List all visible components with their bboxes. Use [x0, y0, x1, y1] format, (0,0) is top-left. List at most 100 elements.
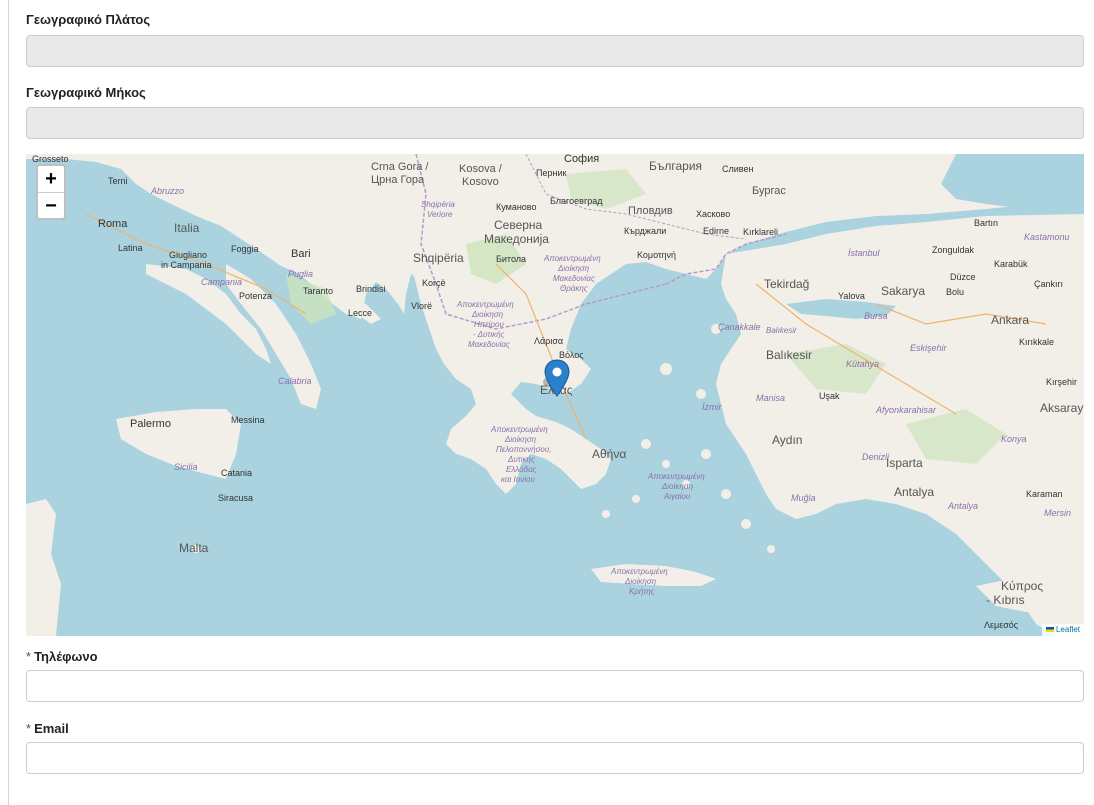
- label-duzce: Düzce: [950, 272, 976, 282]
- label-mersin: Mersin: [1044, 508, 1071, 518]
- label-ahd-4: - Δυτικής: [473, 330, 505, 339]
- label-kosovo: Kosovo: [462, 176, 499, 188]
- label-apd-6: και Ιονίου: [501, 475, 535, 484]
- label-kibris: - Kıbrıs: [986, 593, 1025, 607]
- label-ahd-2: Διοίκηση: [471, 310, 504, 319]
- label-sliven: Сливен: [722, 164, 753, 174]
- label-sicilia: Sicilia: [174, 462, 198, 472]
- label-volos: Βόλος: [559, 350, 584, 360]
- label-makedonija: Македонија: [484, 232, 549, 246]
- label-usak: Uşak: [819, 391, 840, 401]
- label-palermo: Palermo: [130, 418, 171, 430]
- label-amth-4: Θράκης: [560, 284, 588, 293]
- label-aai-3: Αιγαίου: [663, 492, 691, 501]
- label-apd-4: Δυτικής: [507, 455, 535, 464]
- label-pernik: Перник: [536, 168, 566, 178]
- label-kirsehir: Kırşehir: [1046, 377, 1077, 387]
- label-ahd-5: Μακεδονίας: [468, 340, 510, 349]
- email-field[interactable]: [26, 742, 1084, 774]
- label-aai-2: Διοίκηση: [661, 482, 694, 491]
- label-taranto: Taranto: [303, 286, 333, 296]
- label-athina: Αθήνα: [592, 447, 626, 461]
- map-tiles[interactable]: Grosseto Terni Abruzzo Roma Italia Latin…: [26, 154, 1084, 636]
- map-attribution[interactable]: Leaflet: [1041, 624, 1084, 636]
- label-apd-1: Αποκεντρωμένη: [490, 425, 548, 434]
- label-puglia: Puglia: [288, 269, 313, 279]
- phone-field[interactable]: [26, 670, 1084, 702]
- label-aydin: Aydın: [772, 433, 802, 447]
- label-bulgaria: България: [649, 159, 702, 173]
- label-campania: Campania: [201, 277, 242, 287]
- label-kastamonu: Kastamonu: [1024, 232, 1070, 242]
- label-giugliano: Giugliano: [169, 250, 207, 260]
- email-label: * Email: [26, 721, 69, 736]
- label-kosova: Kosova /: [459, 163, 503, 175]
- map-view[interactable]: Grosseto Terni Abruzzo Roma Italia Latin…: [26, 154, 1084, 636]
- label-manisa: Manisa: [756, 393, 785, 403]
- label-amth-3: Μακεδονίας: [553, 274, 595, 283]
- label-crna-gora-cyr: Црна Гора: [371, 174, 425, 186]
- label-kypros: Κύπρος: [1001, 579, 1043, 593]
- label-bursa: Bursa: [864, 311, 888, 321]
- label-kirikkale: Kırıkkale: [1019, 337, 1054, 347]
- label-ahd-3: Ηπείρου: [474, 320, 504, 329]
- label-malta: Malta: [179, 541, 209, 555]
- label-lemesos: Λεμεσός: [984, 620, 1019, 630]
- label-balikesir-region: Balıkesir: [766, 326, 797, 335]
- label-ak-2: Διοίκηση: [624, 577, 657, 586]
- label-edirne: Edirne: [703, 226, 729, 236]
- label-aksaray: Aksaray: [1040, 401, 1083, 415]
- label-karabuk: Karabük: [994, 259, 1028, 269]
- label-korce: Korçë: [422, 278, 446, 288]
- label-bolu: Bolu: [946, 287, 964, 297]
- label-bartin: Bartın: [974, 218, 998, 228]
- latitude-field[interactable]: [26, 35, 1084, 67]
- label-roma: Roma: [98, 218, 128, 230]
- label-komotini: Κομοτηνή: [637, 250, 676, 260]
- label-haskovo: Хасково: [696, 209, 730, 219]
- label-bitola: Битола: [496, 254, 526, 264]
- label-ahd-1: Αποκεντρωμένη: [456, 300, 514, 309]
- label-latina: Latina: [118, 243, 143, 253]
- label-antalya-region: Antalya: [947, 501, 978, 511]
- label-severna: Северна: [494, 218, 543, 232]
- label-bari: Bari: [291, 248, 311, 260]
- label-balikesir: Balıkesir: [766, 348, 812, 362]
- required-mark: *: [26, 649, 32, 664]
- label-burgas: Бургас: [752, 185, 786, 197]
- label-calabria: Calabria: [278, 376, 312, 386]
- label-yalova: Yalova: [838, 291, 865, 301]
- label-apd-5: Ελλάδας: [506, 465, 537, 474]
- longitude-label: Γεωγραφικό Μήκος: [26, 85, 146, 100]
- label-tekirdag: Tekirdağ: [764, 277, 809, 291]
- label-abruzzo: Abruzzo: [150, 186, 184, 196]
- zoom-out-button[interactable]: −: [38, 192, 64, 218]
- label-grosseto: Grosseto: [32, 154, 69, 164]
- label-larisa: Λάρισα: [534, 336, 563, 346]
- page-left-border: [8, 0, 9, 805]
- label-shqiperia: Shqipëria: [413, 251, 464, 265]
- label-lecce: Lecce: [348, 308, 372, 318]
- label-kirklareli: Kırklareli: [743, 227, 778, 237]
- label-italia: Italia: [174, 221, 200, 235]
- ukraine-flag-icon: [1045, 627, 1054, 633]
- label-vlore: Vlorë: [411, 301, 432, 311]
- label-kutahya: Kütahya: [846, 359, 879, 369]
- label-canakkale: Çanakkale: [718, 322, 761, 332]
- label-zonguldak: Zonguldak: [932, 245, 975, 255]
- phone-label-text: Τηλέφωνο: [34, 649, 98, 664]
- label-terni: Terni: [108, 176, 128, 186]
- longitude-field[interactable]: [26, 107, 1084, 139]
- latitude-label: Γεωγραφικό Πλάτος: [26, 12, 151, 27]
- label-apd-3: Πελοποννήσου,: [496, 445, 552, 454]
- label-verior: Veriore: [427, 210, 453, 219]
- leaflet-link[interactable]: Leaflet: [1056, 625, 1080, 634]
- label-eskisehir: Eskişehir: [910, 343, 948, 353]
- zoom-in-button[interactable]: +: [38, 166, 64, 192]
- label-shqiperia-verior: Shqipëria: [421, 200, 455, 209]
- label-apd-2: Διοίκηση: [504, 435, 537, 444]
- label-crna-gora: Crna Gora /: [371, 161, 429, 173]
- email-label-text: Email: [34, 721, 69, 736]
- label-ankara: Ankara: [991, 313, 1029, 327]
- label-izmir: İzmir: [702, 402, 722, 412]
